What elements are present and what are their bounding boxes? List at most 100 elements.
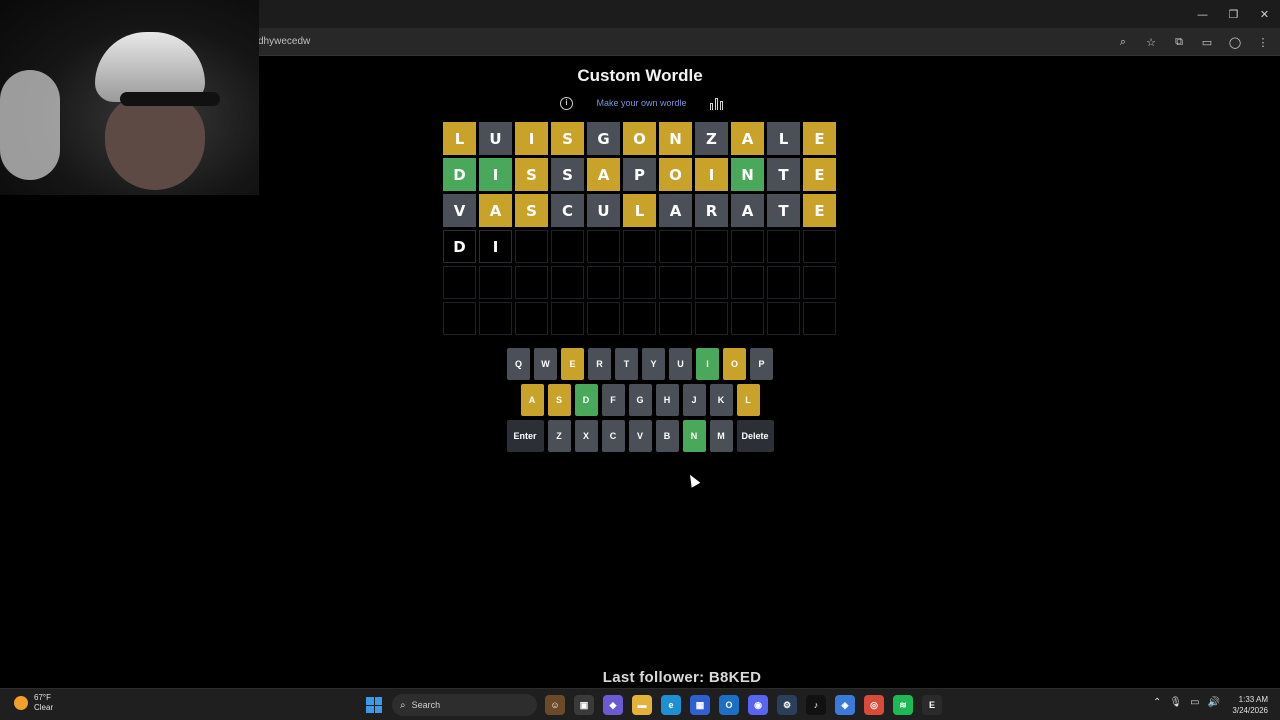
store-icon[interactable]: ▦ [690, 695, 710, 715]
weather-temp: 67°F [34, 693, 51, 702]
grid-tile: S [551, 122, 584, 155]
grid-tile [659, 230, 692, 263]
key-f[interactable]: F [601, 384, 625, 416]
key-d[interactable]: D [574, 384, 598, 416]
address-bar-actions: ⌕ ☆ ⧉ ▭ ◯ ⋮ [1112, 32, 1274, 52]
grid-tile: L [767, 122, 800, 155]
key-b[interactable]: B [655, 420, 679, 452]
file-explorer-icon[interactable]: ▬ [632, 695, 652, 715]
task-view-icon[interactable]: ▣ [574, 695, 594, 715]
restore-icon[interactable]: ❐ [1218, 0, 1249, 28]
key-enter[interactable]: Enter [506, 420, 544, 452]
grid-tile [659, 266, 692, 299]
grid-tile [623, 302, 656, 335]
key-delete[interactable]: Delete [736, 420, 774, 452]
outlook-icon[interactable]: O [719, 695, 739, 715]
key-l[interactable]: L [736, 384, 760, 416]
grid-tile [479, 302, 512, 335]
grid-tile [659, 302, 692, 335]
grid-tile: E [803, 158, 836, 191]
key-m[interactable]: M [709, 420, 733, 452]
widgets-icon[interactable]: ☺ [545, 695, 565, 715]
microphone-icon[interactable]: 🎙 [1169, 697, 1182, 708]
weather-widget[interactable]: 67°F Clear [14, 693, 53, 713]
taskbar-apps: ☺ ▣ ◆ ▬ e ▦ O ◉ ⚙ ♪ ◈ ◎ ≋ E [545, 695, 942, 715]
grid-tile [731, 266, 764, 299]
menu-icon[interactable]: ⋮ [1252, 32, 1274, 52]
zoom-icon[interactable]: ⌕ [1112, 32, 1134, 52]
grid-tile: S [515, 158, 548, 191]
clock-time: 1:33 AM [1238, 695, 1268, 704]
key-t[interactable]: T [615, 348, 638, 380]
epic-games-icon[interactable]: E [922, 695, 942, 715]
key-a[interactable]: A [520, 384, 544, 416]
key-k[interactable]: K [709, 384, 733, 416]
grid-tile [767, 266, 800, 299]
grid-tile: T [767, 158, 800, 191]
steam-icon[interactable]: ⚙ [777, 695, 797, 715]
key-e[interactable]: E [561, 348, 584, 380]
profile-icon[interactable]: ◯ [1224, 32, 1246, 52]
close-icon[interactable]: ✕ [1249, 0, 1280, 28]
clock[interactable]: 1:33 AM 3/24/2026 [1232, 694, 1268, 716]
key-p[interactable]: P [750, 348, 773, 380]
start-button[interactable] [366, 697, 382, 713]
extensions-icon[interactable]: ⧉ [1168, 32, 1190, 52]
grid-tile: A [587, 158, 620, 191]
grid-tile [443, 266, 476, 299]
info-icon[interactable]: i [560, 96, 573, 110]
grid-tile: A [731, 194, 764, 227]
clock-date: 3/24/2026 [1232, 706, 1268, 715]
key-h[interactable]: H [655, 384, 679, 416]
grid-tile: I [515, 122, 548, 155]
grid-tile [515, 302, 548, 335]
grid-tile: I [695, 158, 728, 191]
stats-icon[interactable] [709, 97, 724, 110]
make-wordle-link[interactable]: Make your own wordle [596, 98, 686, 108]
key-s[interactable]: S [547, 384, 571, 416]
spotify-icon[interactable]: ≋ [893, 695, 913, 715]
key-r[interactable]: R [588, 348, 611, 380]
grid-tile [551, 266, 584, 299]
key-i[interactable]: I [696, 348, 719, 380]
sidepanel-icon[interactable]: ▭ [1196, 32, 1218, 52]
page-title: Custom Wordle [577, 66, 703, 85]
key-o[interactable]: O [723, 348, 746, 380]
key-y[interactable]: Y [642, 348, 665, 380]
grid-tile [623, 266, 656, 299]
minimize-icon[interactable]: — [1187, 0, 1218, 28]
grid-tile [731, 230, 764, 263]
key-g[interactable]: G [628, 384, 652, 416]
grid-tile: L [443, 122, 476, 155]
network-icon[interactable]: ▭ [1190, 697, 1199, 708]
grid-row: VASCULARATE [443, 194, 837, 227]
window-controls: — ❐ ✕ [1187, 0, 1280, 28]
webcam-cap-brim [120, 92, 220, 106]
tray-overflow-icon[interactable]: ⌃ [1153, 697, 1161, 708]
star-icon[interactable]: ☆ [1140, 32, 1162, 52]
copilot-icon[interactable]: ◆ [603, 695, 623, 715]
url-text[interactable]: dhywecedw [258, 36, 310, 47]
app-icon[interactable]: ◈ [835, 695, 855, 715]
key-u[interactable]: U [669, 348, 692, 380]
taskbar-search[interactable]: ⌕ Search [392, 694, 537, 716]
volume-icon[interactable]: 🔊 [1208, 697, 1220, 708]
grid-tile: A [659, 194, 692, 227]
key-v[interactable]: V [628, 420, 652, 452]
edge-icon[interactable]: e [661, 695, 681, 715]
key-c[interactable]: C [601, 420, 625, 452]
key-j[interactable]: J [682, 384, 706, 416]
grid-tile: T [767, 194, 800, 227]
discord-icon[interactable]: ◉ [748, 695, 768, 715]
grid-tile: N [731, 158, 764, 191]
grid-row [443, 302, 837, 335]
chrome-icon[interactable]: ◎ [864, 695, 884, 715]
key-x[interactable]: X [574, 420, 598, 452]
grid-tile: Z [695, 122, 728, 155]
key-q[interactable]: Q [507, 348, 530, 380]
tiktok-icon[interactable]: ♪ [806, 695, 826, 715]
key-w[interactable]: W [534, 348, 557, 380]
key-n[interactable]: N [682, 420, 706, 452]
grid-tile [695, 230, 728, 263]
key-z[interactable]: Z [547, 420, 571, 452]
